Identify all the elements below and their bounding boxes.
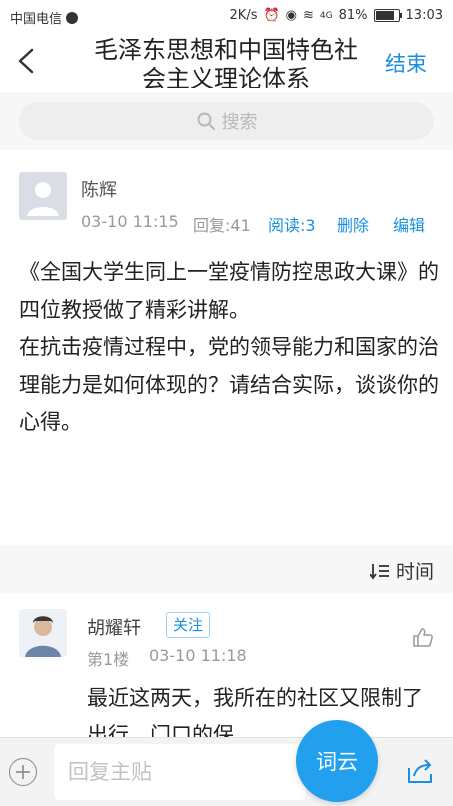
back-arrow-icon[interactable] bbox=[12, 44, 40, 78]
follow-button[interactable]: 关注 bbox=[166, 612, 211, 638]
sort-button[interactable]: 时间 bbox=[369, 557, 434, 584]
reply-input[interactable] bbox=[54, 744, 306, 800]
sort-bar: 时间 bbox=[0, 545, 453, 593]
clock: 13:03 bbox=[405, 8, 443, 23]
word-cloud-button[interactable]: 词云 bbox=[296, 720, 378, 802]
battery-percent: 81% bbox=[338, 8, 368, 23]
sort-label: 时间 bbox=[395, 561, 434, 583]
sort-icon bbox=[369, 563, 389, 579]
reply-count: 回复:41 bbox=[193, 216, 251, 235]
eye-icon: ◉ bbox=[285, 8, 298, 23]
read-count[interactable]: 阅读:3 bbox=[268, 212, 316, 236]
reply-time: 03-10 11:18 bbox=[149, 646, 247, 665]
alarm-icon: ⏰ bbox=[263, 8, 280, 23]
wifi-icon: ≋ bbox=[303, 8, 314, 23]
signal-label: 4G bbox=[319, 10, 333, 21]
author-name[interactable]: 陈辉 bbox=[81, 176, 117, 202]
add-button[interactable] bbox=[9, 758, 37, 786]
location-icon bbox=[66, 11, 79, 24]
search-area: 搜索 bbox=[0, 92, 453, 150]
search-placeholder: 搜索 bbox=[221, 112, 258, 133]
bottom-bar bbox=[0, 737, 453, 806]
user-photo-icon bbox=[19, 609, 67, 657]
reply-avatar[interactable] bbox=[19, 609, 67, 657]
page-title: 毛泽东思想和中国特色社会主义理论体系 bbox=[94, 36, 358, 88]
reply-body: 最近这两天，我所在的社区又限制了出行，门口的保 bbox=[87, 686, 423, 740]
share-icon[interactable] bbox=[405, 756, 435, 786]
thumbs-up-icon[interactable] bbox=[412, 626, 434, 648]
header: 毛泽东思想和中国特色社会主义理论体系 结束 bbox=[0, 30, 453, 92]
network-speed: 2K/s bbox=[229, 8, 258, 23]
plus-icon bbox=[16, 765, 30, 779]
floor-number: 第1楼 bbox=[87, 650, 130, 669]
search-input[interactable]: 搜索 bbox=[19, 102, 434, 140]
status-bar: 中国电信 2K/s ⏰ ◉ ≋ 4G 81% 13:03 bbox=[0, 0, 453, 30]
default-avatar-icon bbox=[19, 172, 67, 220]
delete-button[interactable]: 删除 bbox=[337, 212, 369, 236]
post-body: 《全国大学生同上一堂疫情防控思政大课》的四位教授做了精彩讲解。 在抗击疫情过程中… bbox=[19, 260, 439, 434]
carrier-label: 中国电信 bbox=[10, 12, 63, 27]
search-icon bbox=[197, 112, 215, 130]
author-avatar[interactable] bbox=[19, 172, 67, 220]
post-time: 03-10 11:15 bbox=[81, 212, 179, 231]
edit-button[interactable]: 编辑 bbox=[393, 212, 425, 236]
reply-author-name[interactable]: 胡耀轩 bbox=[87, 614, 141, 640]
battery-icon bbox=[373, 9, 402, 22]
end-button[interactable]: 结束 bbox=[385, 48, 427, 78]
